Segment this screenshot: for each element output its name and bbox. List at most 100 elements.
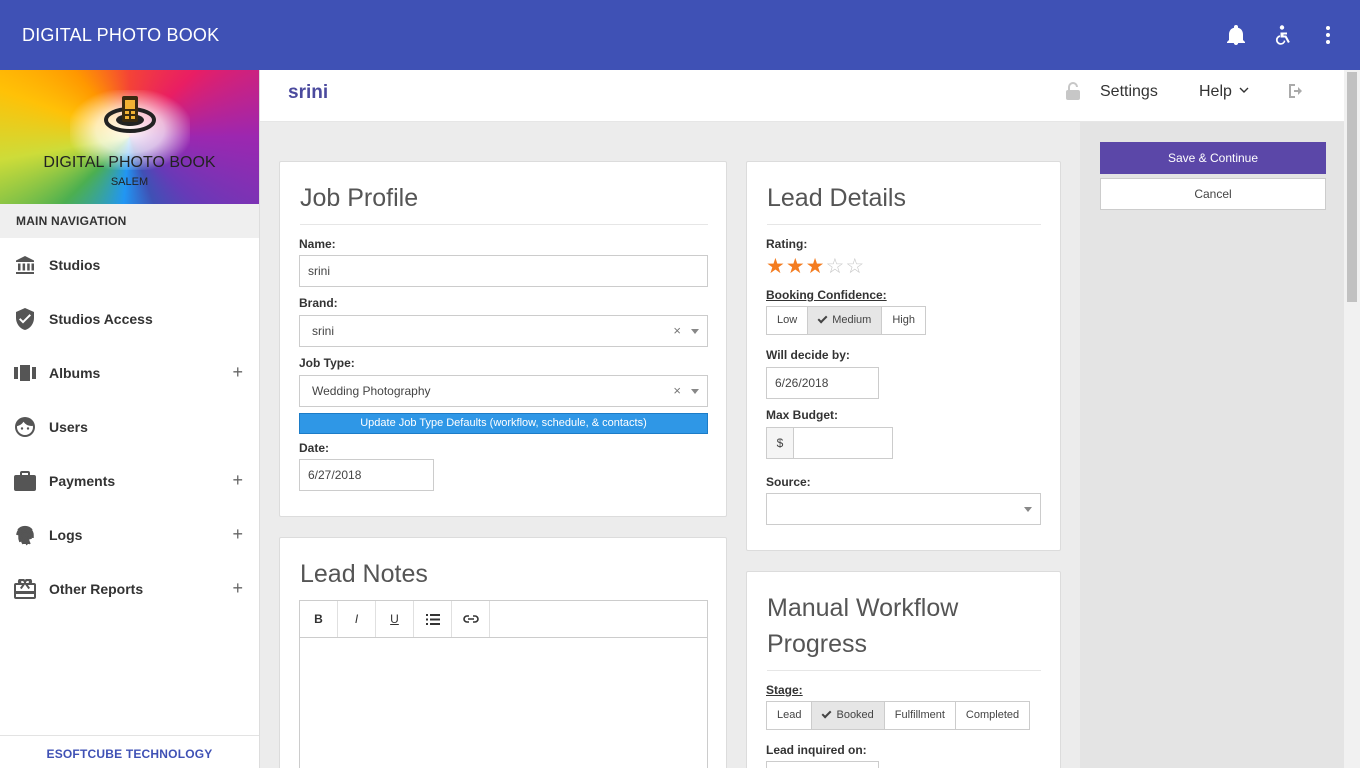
stage-option-fulfillment[interactable]: Fulfillment: [884, 702, 956, 729]
lock-open-icon[interactable]: [1066, 82, 1080, 100]
underline-button[interactable]: U: [376, 601, 414, 637]
lead-inquired-input[interactable]: [766, 761, 879, 768]
sidebar-item-other-reports[interactable]: Other Reports +: [0, 562, 259, 616]
editor-toolbar: B I U: [299, 600, 708, 638]
more-vert-icon[interactable]: [1318, 24, 1338, 46]
stage-label: Stage:: [766, 683, 803, 697]
app-title: DIGITAL PHOTO BOOK: [22, 24, 220, 45]
update-job-type-defaults-button[interactable]: Update Job Type Defaults (workflow, sche…: [299, 413, 708, 434]
star-filled-icon[interactable]: ★: [766, 256, 785, 277]
check-icon: [822, 708, 832, 719]
sidebar-item-studios-access[interactable]: Studios Access: [0, 292, 259, 346]
sidebar-item-users[interactable]: Users: [0, 400, 259, 454]
option-label: Fulfillment: [894, 709, 945, 721]
star-filled-icon[interactable]: ★: [786, 256, 805, 277]
clear-icon[interactable]: ×: [673, 376, 681, 406]
sidebar-item-label: Albums: [49, 365, 101, 381]
star-filled-icon[interactable]: ★: [806, 256, 825, 277]
sidebar-item-payments[interactable]: Payments +: [0, 454, 259, 508]
stage-option-lead[interactable]: Lead: [767, 702, 813, 729]
bell-icon[interactable]: [1226, 24, 1246, 46]
expand-plus-icon[interactable]: +: [232, 471, 243, 489]
lead-notes-card: Lead Notes B I U: [279, 537, 727, 768]
currency-addon: $: [766, 427, 794, 459]
cancel-button[interactable]: Cancel: [1100, 178, 1326, 210]
job-type-label: Job Type:: [299, 356, 355, 370]
top-app-bar: DIGITAL PHOTO BOOK: [0, 0, 1360, 70]
sidebar-footer: ESOFTCUBE TECHNOLOGY: [0, 735, 259, 768]
shield-icon: [14, 308, 36, 330]
workflow-title-line2: Progress: [767, 630, 868, 658]
booking-confidence-toggle[interactable]: Low Medium High: [766, 306, 926, 335]
sidebar-item-albums[interactable]: Albums +: [0, 346, 259, 400]
sidebar-item-studios[interactable]: Studios: [0, 238, 259, 292]
expand-plus-icon[interactable]: +: [232, 363, 243, 381]
sidebar-item-logs[interactable]: Logs +: [0, 508, 259, 562]
option-label: Medium: [832, 314, 872, 326]
brand-select[interactable]: srini ×: [299, 315, 708, 347]
will-decide-by-input[interactable]: 6/26/2018: [766, 367, 879, 399]
expand-plus-icon[interactable]: +: [232, 525, 243, 543]
albums-icon: [14, 362, 36, 384]
caret-down-icon[interactable]: [691, 389, 699, 394]
lead-inquired-label: Lead inquired on:: [766, 743, 867, 757]
help-menu-label: Help: [1199, 83, 1232, 100]
max-budget-input[interactable]: [793, 427, 893, 459]
caret-down-icon[interactable]: [691, 329, 699, 334]
nav-header: MAIN NAVIGATION: [0, 204, 259, 238]
settings-menu[interactable]: Settings: [1100, 83, 1158, 101]
lead-details-card: Lead Details Rating: ★ ★ ★ ☆ ☆ Booking Confi…: [746, 161, 1061, 551]
max-budget-label: Max Budget:: [766, 408, 838, 422]
sidebar-item-label: Studios Access: [49, 311, 153, 327]
option-label: Lead: [777, 709, 802, 721]
star-empty-icon[interactable]: ☆: [825, 256, 844, 277]
sidebar-item-label: Payments: [49, 473, 116, 489]
sidebar-item-label: Studios: [49, 257, 101, 273]
lead-notes-editor[interactable]: [299, 638, 708, 768]
source-label: Source:: [766, 475, 811, 489]
sub-header: srini Settings Help: [260, 70, 1344, 122]
help-menu[interactable]: Help: [1199, 83, 1249, 101]
stage-option-booked[interactable]: Booked: [812, 702, 885, 729]
italic-button[interactable]: I: [338, 601, 376, 637]
logout-icon[interactable]: [1288, 84, 1304, 98]
booking-confidence-label: Booking Confidence:: [766, 288, 887, 302]
bullet-list-button[interactable]: [414, 601, 452, 637]
divider: [767, 670, 1041, 671]
option-label: High: [892, 314, 915, 326]
bank-icon: [14, 254, 36, 276]
caret-down-icon[interactable]: [1024, 507, 1032, 512]
stage-option-completed[interactable]: Completed: [955, 702, 1030, 729]
briefcase-icon: [14, 470, 36, 492]
save-continue-button[interactable]: Save & Continue: [1100, 142, 1326, 174]
clear-icon[interactable]: ×: [673, 316, 681, 346]
stage-toggle[interactable]: Lead Booked Fulfillment Completed: [766, 701, 1031, 730]
confidence-option-medium[interactable]: Medium: [808, 307, 883, 334]
star-empty-icon[interactable]: ☆: [845, 256, 864, 277]
lead-details-title: Lead Details: [767, 184, 906, 212]
expand-plus-icon[interactable]: +: [232, 579, 243, 597]
underline-label: U: [390, 612, 399, 626]
sidebar-item-label: Logs: [49, 527, 83, 543]
option-label: Low: [777, 314, 798, 326]
job-profile-card: Job Profile Name: srini Brand: srini × J…: [279, 161, 727, 517]
bold-label: B: [314, 612, 323, 626]
link-button[interactable]: [452, 601, 490, 637]
source-select[interactable]: [766, 493, 1041, 525]
job-profile-title: Job Profile: [300, 184, 419, 212]
job-type-select[interactable]: Wedding Photography ×: [299, 375, 708, 407]
scrollbar-thumb[interactable]: [1347, 72, 1357, 302]
page-scrollbar[interactable]: [1344, 70, 1360, 768]
rating-stars[interactable]: ★ ★ ★ ☆ ☆: [766, 256, 864, 277]
name-input[interactable]: srini: [299, 255, 708, 287]
confidence-option-low[interactable]: Low: [767, 307, 809, 334]
brand-select-value: srini: [312, 324, 335, 338]
current-user-name: srini: [288, 82, 329, 103]
date-input[interactable]: 6/27/2018: [299, 459, 434, 491]
confidence-option-high[interactable]: High: [882, 307, 925, 334]
sidebar: DIGITAL PHOTO BOOK SALEM MAIN NAVIGATION…: [0, 70, 260, 768]
accessibility-icon[interactable]: [1272, 24, 1292, 46]
date-label: Date:: [299, 441, 330, 455]
chevron-down-icon: [1239, 87, 1249, 93]
bold-button[interactable]: B: [300, 601, 338, 637]
